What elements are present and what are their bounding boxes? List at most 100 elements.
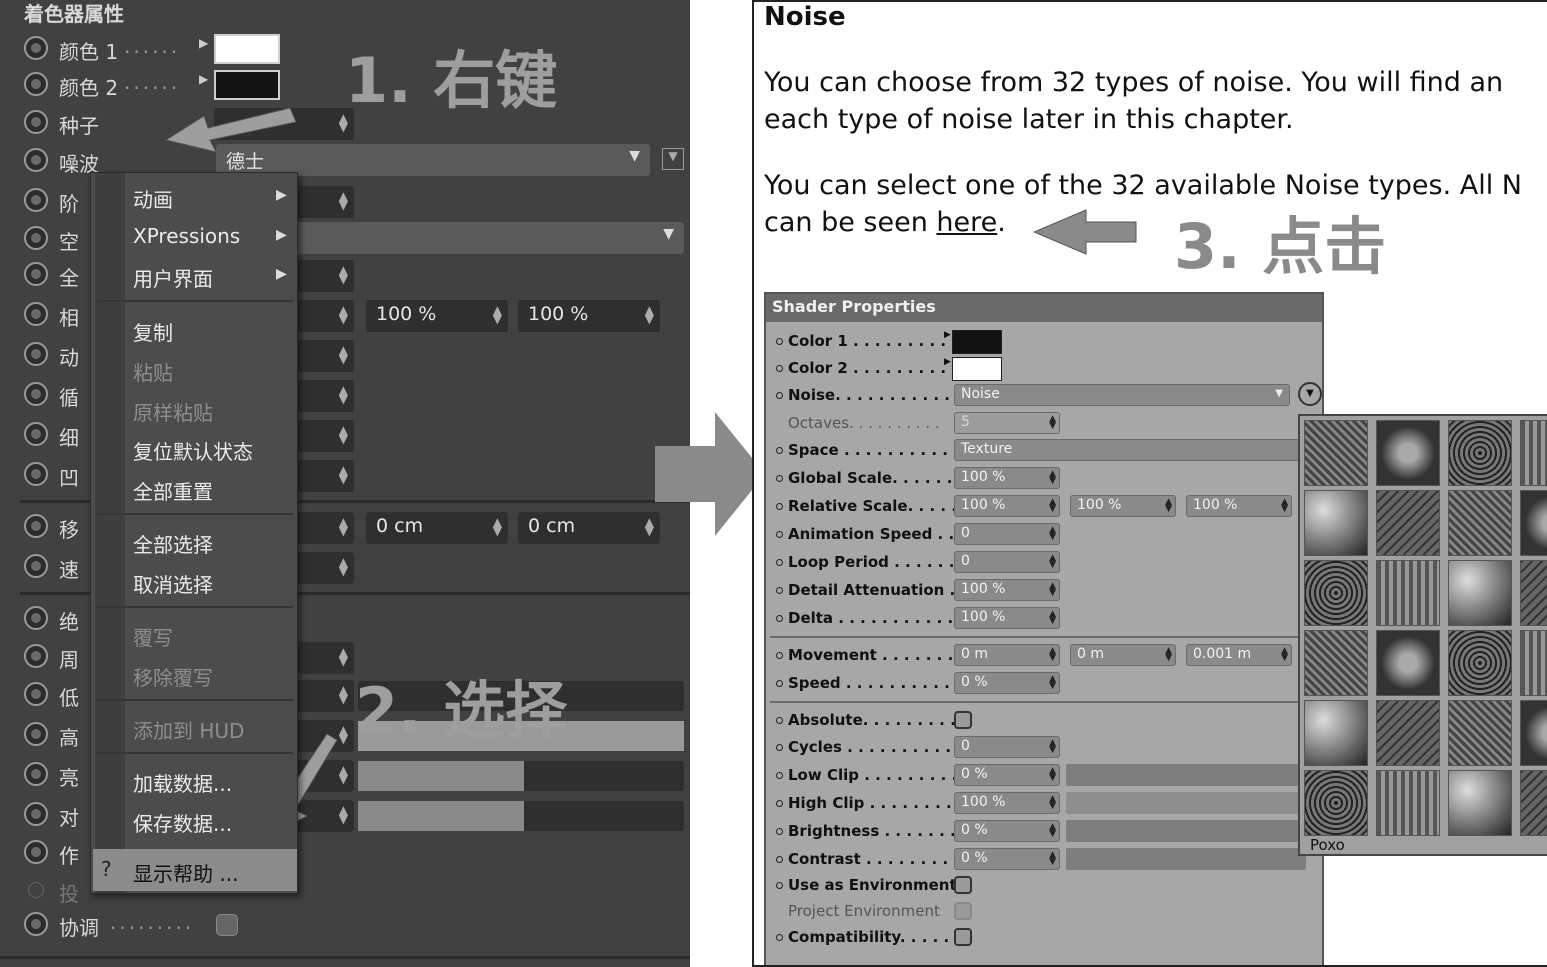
relative-x-field[interactable]: 100 % ▲ ▼ <box>954 495 1060 517</box>
bullet-icon[interactable] <box>776 587 783 594</box>
srow-env[interactable]: Use as Environment <box>776 874 1316 898</box>
row-compat[interactable]: 协调 ......... <box>24 910 684 940</box>
noise-thumbnail[interactable] <box>1520 490 1547 556</box>
bullet-icon[interactable] <box>776 652 783 659</box>
noise-thumbnail[interactable] <box>1304 630 1368 696</box>
move-z-field[interactable]: 0 cm ▲ ▼ <box>518 512 660 544</box>
menu-item-override[interactable]: 覆写 <box>133 622 173 651</box>
menu-item-deselect[interactable]: 取消选择 <box>133 569 213 598</box>
bullet-icon[interactable] <box>776 800 783 807</box>
bullet-icon[interactable] <box>776 365 783 372</box>
move-x-field[interactable]: 0 m ▲ ▼ <box>954 644 1060 666</box>
radio-icon[interactable] <box>24 912 48 936</box>
menu-item-paste-raw[interactable]: 原样粘贴 <box>133 397 213 426</box>
noise-thumbnail[interactable] <box>1448 770 1512 836</box>
noise-browser-icon[interactable]: ▼ <box>662 148 684 170</box>
noise-thumbnail[interactable] <box>1376 630 1440 696</box>
menu-item-save-data[interactable]: 保存数据... <box>133 808 232 837</box>
menu-item-copy[interactable]: 复制 <box>133 317 173 346</box>
compat-checkbox[interactable] <box>216 914 238 936</box>
radio-icon[interactable] <box>24 554 48 578</box>
srow-color2[interactable]: Color 2 . . . . . . . . . ▶ <box>776 357 1316 381</box>
radio-icon[interactable] <box>24 342 48 366</box>
bullet-icon[interactable] <box>776 744 783 751</box>
speed-field[interactable]: 0 % ▲ ▼ <box>954 672 1060 694</box>
radio-icon[interactable] <box>24 722 48 746</box>
menu-item-reset-all[interactable]: 全部重置 <box>133 476 213 505</box>
menu-item-ui[interactable]: 用户界面 <box>133 263 213 292</box>
radio-icon[interactable] <box>24 72 48 96</box>
noise-thumbnail[interactable] <box>1376 420 1440 486</box>
bullet-icon[interactable] <box>776 531 783 538</box>
bullet-icon[interactable] <box>776 934 783 941</box>
triangle-icon[interactable]: ▶ <box>199 36 208 50</box>
srow-space[interactable]: Space . . . . . . . . . . . Texture <box>776 439 1316 463</box>
srow-loop[interactable]: Loop Period . . . . . . . 0 ▲ ▼ <box>776 551 1316 575</box>
brightness-field[interactable]: 0 % ▲ ▼ <box>954 820 1060 842</box>
bullet-icon[interactable] <box>776 680 783 687</box>
noise-thumbnail[interactable] <box>1376 560 1440 626</box>
bullet-icon[interactable] <box>776 503 783 510</box>
triangle-icon[interactable]: ▶ <box>199 72 208 86</box>
srow-move[interactable]: Movement . . . . . . . . 0 m ▲ ▼ 0 m ▲ ▼ 0.0… <box>776 644 1316 668</box>
env-checkbox[interactable] <box>954 876 972 894</box>
srow-compat[interactable]: Compatibility. . . . . . <box>776 926 1316 950</box>
noise-thumbnail[interactable] <box>1448 420 1512 486</box>
noise-thumbnail[interactable] <box>1520 700 1547 766</box>
srow-anim[interactable]: Animation Speed . . 0 ▲ ▼ <box>776 523 1316 547</box>
detail-field[interactable]: 100 % ▲ ▼ <box>954 579 1060 601</box>
bullet-icon[interactable] <box>776 772 783 779</box>
srow-noise[interactable]: Noise. . . . . . . . . . . . Noise ▼ ▼ <box>776 382 1322 408</box>
bullet-icon[interactable] <box>776 615 783 622</box>
lowclip-slider[interactable] <box>1066 764 1306 786</box>
bullet-icon[interactable] <box>776 559 783 566</box>
radio-icon[interactable] <box>24 840 48 864</box>
noise-dropdown[interactable]: Noise ▼ <box>954 384 1290 406</box>
srow-global[interactable]: Global Scale. . . . . . . 100 % ▲ ▼ <box>776 467 1316 491</box>
global-scale-field[interactable]: 100 % ▲ ▼ <box>954 467 1060 489</box>
srow-speed[interactable]: Speed . . . . . . . . . . . 0 % ▲ ▼ <box>776 672 1316 696</box>
radio-icon[interactable] <box>24 606 48 630</box>
bullet-icon[interactable] <box>776 717 783 724</box>
color-swatch-black[interactable] <box>952 330 1002 354</box>
srow-absolute[interactable]: Absolute. . . . . . . . . . <box>776 709 1316 733</box>
menu-item-paste[interactable]: 粘贴 <box>133 357 173 386</box>
contrast-field[interactable]: 0 % ▲ ▼ <box>954 848 1060 870</box>
relative-z-field[interactable]: 100 % ▲ ▼ <box>1186 495 1292 517</box>
menu-item-show-help[interactable]: ? 显示帮助 ... <box>93 849 297 891</box>
noise-thumbnail[interactable] <box>1304 700 1368 766</box>
absolute-checkbox[interactable] <box>954 711 972 729</box>
move-y-field[interactable]: 0 cm ▲ ▼ <box>366 512 508 544</box>
radio-icon[interactable] <box>24 514 48 538</box>
radio-icon[interactable] <box>24 762 48 786</box>
bullet-icon[interactable] <box>776 882 783 889</box>
radio-icon[interactable] <box>24 422 48 446</box>
noise-thumbnail[interactable] <box>1520 420 1547 486</box>
noise-thumbnail[interactable] <box>1304 490 1368 556</box>
radio-icon[interactable] <box>24 36 48 60</box>
radio-icon[interactable] <box>24 802 48 826</box>
here-link[interactable]: here <box>936 207 997 238</box>
menu-item-reset-default[interactable]: 复位默认状态 <box>133 436 253 465</box>
octaves-field[interactable]: 5 ▲ ▼ <box>954 412 1060 434</box>
noise-thumbnail[interactable] <box>1520 770 1547 836</box>
move-y-field[interactable]: 0 m ▲ ▼ <box>1070 644 1176 666</box>
srow-octaves[interactable]: Octaves. . . . . . . . . . 5 ▲ ▼ <box>776 412 1316 436</box>
srow-relative[interactable]: Relative Scale. . . . . . 100 % ▲ ▼ 100 % ▲… <box>776 495 1316 519</box>
bullet-icon[interactable] <box>776 338 783 345</box>
menu-item-load-data[interactable]: 加载数据... <box>133 768 232 797</box>
radio-icon[interactable] <box>24 188 48 212</box>
bullet-icon[interactable] <box>776 392 783 399</box>
relative-z-field[interactable]: 100 % ▲ ▼ <box>518 300 660 332</box>
highclip-field[interactable]: 100 % ▲ ▼ <box>954 792 1060 814</box>
compat-checkbox[interactable] <box>954 928 972 946</box>
menu-item-remove-override[interactable]: 移除覆写 <box>133 662 213 691</box>
noise-browser-icon[interactable]: ▼ <box>1298 382 1322 406</box>
radio-icon[interactable] <box>24 644 48 668</box>
brightness-slider[interactable] <box>358 761 684 791</box>
noise-thumbnail[interactable] <box>1448 700 1512 766</box>
contrast-slider[interactable] <box>1066 848 1306 870</box>
srow-delta[interactable]: Delta . . . . . . . . . . . . 100 % ▲ ▼ <box>776 607 1316 631</box>
triangle-icon[interactable]: ▶ <box>944 357 951 367</box>
srow-contrast[interactable]: Contrast . . . . . . . . . 0 % ▲ ▼ <box>776 848 1316 872</box>
